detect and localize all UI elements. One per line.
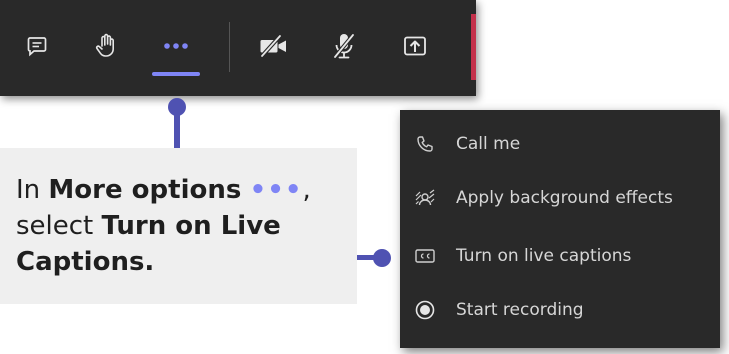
background-effects-icon	[414, 187, 436, 209]
chat-icon	[27, 37, 47, 57]
share-screen-icon	[404, 36, 426, 56]
raise-hand-icon	[95, 33, 114, 57]
meeting-toolbar	[0, 0, 476, 96]
menu-item-label: Start recording	[456, 300, 584, 320]
mic-button[interactable]	[322, 22, 366, 70]
camera-off-icon	[260, 34, 286, 58]
mic-off-icon	[333, 33, 355, 59]
active-indicator	[152, 72, 200, 76]
phone-icon	[414, 133, 436, 155]
menu-item-label: Apply background effects	[456, 188, 673, 208]
end-call-edge[interactable]	[471, 14, 476, 80]
connector-dot-right	[373, 249, 391, 267]
record-icon	[414, 299, 436, 321]
menu-item-background-effects[interactable]: Apply background effects	[400, 170, 720, 226]
callout-text-1: In	[16, 175, 49, 205]
menu-item-call-me[interactable]: Call me	[400, 116, 720, 172]
callout-text-2: ,	[302, 175, 311, 205]
instruction-callout: In More options •••, select Turn on Live…	[0, 148, 357, 304]
more-options-icon	[164, 43, 188, 49]
more-options-dots: •••	[249, 175, 303, 205]
share-button[interactable]	[393, 22, 437, 70]
more-options-button[interactable]	[154, 22, 198, 70]
menu-item-live-captions[interactable]: Turn on live captions	[400, 228, 720, 284]
camera-button[interactable]	[252, 22, 296, 70]
raise-hand-button[interactable]	[84, 22, 128, 70]
callout-text-3: select	[16, 211, 102, 241]
menu-item-label: Call me	[456, 134, 521, 154]
chat-button[interactable]	[15, 22, 59, 70]
connector-line-top	[174, 110, 180, 150]
toolbar-divider	[229, 22, 230, 72]
menu-item-label: Turn on live captions	[456, 246, 632, 266]
callout-more-options: More options	[48, 175, 242, 205]
menu-item-start-recording[interactable]: Start recording	[400, 282, 720, 338]
more-options-menu: Call me Apply background effects Turn on…	[400, 110, 720, 348]
closed-captions-icon	[414, 245, 436, 267]
